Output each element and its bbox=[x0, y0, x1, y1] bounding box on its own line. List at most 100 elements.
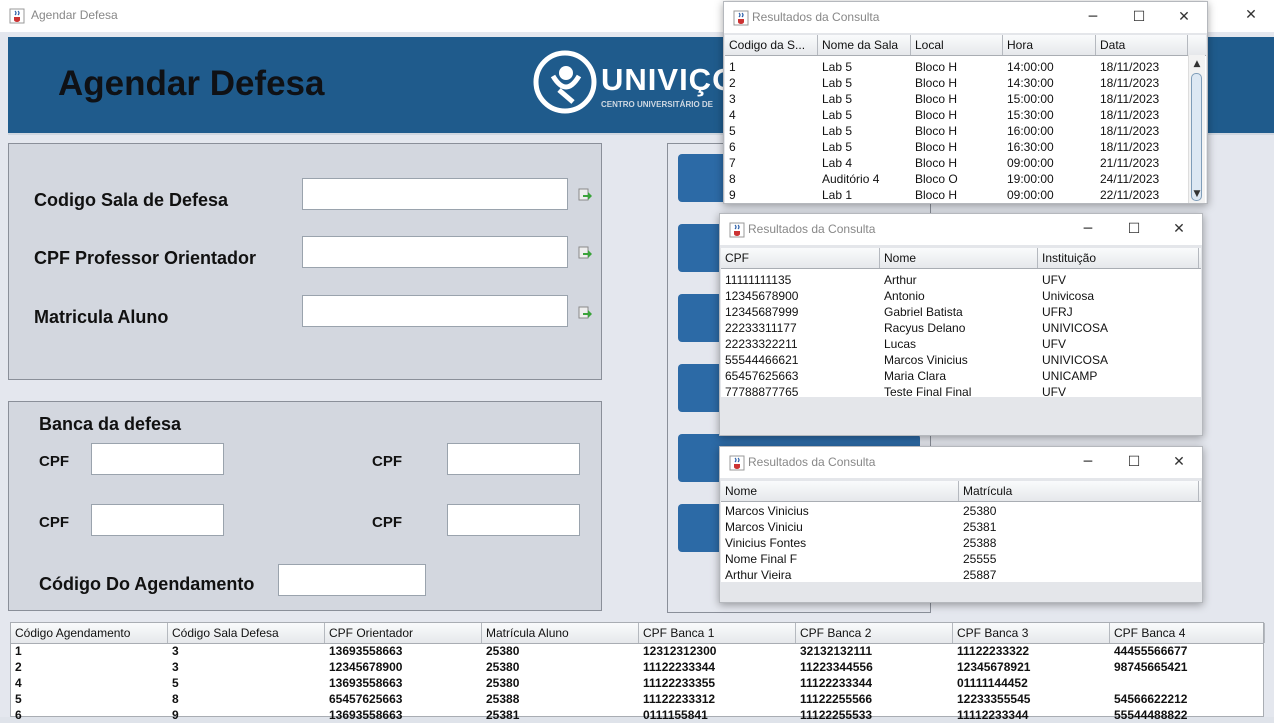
alunos-table[interactable]: Nome Matrícula Marcos Vinicius 25380 Marco… bbox=[721, 481, 1201, 582]
table-cell: 54566622212 bbox=[1114, 692, 1188, 706]
table-cell: UFRJ bbox=[1042, 305, 1073, 319]
column-header[interactable]: Nome bbox=[880, 248, 1038, 268]
maximize-icon[interactable]: ☐ bbox=[1116, 2, 1162, 34]
table-cell: 8 bbox=[172, 692, 179, 706]
cpf-banca-1-input[interactable] bbox=[91, 443, 224, 475]
maximize-icon[interactable]: ☐ bbox=[1111, 214, 1157, 246]
table-row[interactable]: 7 Lab 4 Bloco H 09:00:00 21/11/2023 bbox=[725, 155, 1206, 171]
scroll-down-icon[interactable]: ▼ bbox=[1189, 187, 1205, 201]
column-header[interactable]: Matrícula Aluno bbox=[482, 623, 639, 643]
table-cell: 14:00:00 bbox=[1007, 60, 1054, 74]
matricula-input[interactable] bbox=[302, 295, 568, 327]
column-header[interactable]: CPF Banca 4 bbox=[1110, 623, 1265, 643]
column-header[interactable]: CPF Banca 2 bbox=[796, 623, 953, 643]
table-row[interactable]: 3 Lab 5 Bloco H 15:00:00 18/11/2023 bbox=[725, 91, 1206, 107]
close-icon[interactable]: ✕ bbox=[1156, 447, 1202, 479]
scroll-thumb[interactable] bbox=[1191, 73, 1202, 201]
green-arrow-lookup-icon[interactable] bbox=[578, 188, 592, 202]
green-arrow-lookup-icon[interactable] bbox=[578, 306, 592, 320]
close-icon[interactable]: ✕ bbox=[1161, 2, 1207, 34]
column-header[interactable]: Hora bbox=[1003, 35, 1096, 55]
table-cell: Univicosa bbox=[1042, 289, 1095, 303]
table-row[interactable]: 9 Lab 1 Bloco H 09:00:00 22/11/2023 bbox=[725, 187, 1206, 203]
column-header[interactable]: Nome da Sala bbox=[818, 35, 911, 55]
agendamentos-table[interactable]: Código Agendamento Código Sala Defesa CP… bbox=[10, 622, 1265, 722]
cpf-orientador-label: CPF Professor Orientador bbox=[34, 248, 257, 268]
table-row[interactable]: 2 Lab 5 Bloco H 14:30:00 18/11/2023 bbox=[725, 75, 1206, 91]
scroll-up-icon[interactable]: ▲ bbox=[1189, 57, 1205, 71]
table-row[interactable]: Arthur Vieira 25887 bbox=[721, 567, 1201, 582]
table-cell: Bloco H bbox=[915, 108, 958, 122]
table-cell: 22233322211 bbox=[725, 337, 798, 351]
column-header[interactable]: CPF Orientador bbox=[325, 623, 482, 643]
table-row[interactable]: 8 Auditório 4 Bloco O 19:00:00 24/11/2023 bbox=[725, 171, 1206, 187]
table-cell: 11122233355 bbox=[643, 676, 716, 690]
table-row[interactable]: 22233311177 Racyus Delano UNIVICOSA bbox=[721, 320, 1201, 336]
table-row[interactable]: 12345678900 Antonio Univicosa bbox=[721, 288, 1201, 304]
table-cell: 15:00:00 bbox=[1007, 92, 1054, 106]
table-cell: 32132132111 bbox=[800, 644, 873, 658]
column-header[interactable]: Data bbox=[1096, 35, 1188, 55]
table-cell: 11122233322 bbox=[957, 644, 1030, 658]
table-cell: 98745665421 bbox=[1114, 660, 1188, 674]
table-cell: 3 bbox=[729, 92, 736, 106]
column-header[interactable]: Instituição bbox=[1038, 248, 1199, 268]
table-row[interactable]: Marcos Vinicius 25380 bbox=[721, 503, 1201, 519]
green-arrow-lookup-icon[interactable] bbox=[578, 246, 592, 260]
table-row[interactable]: 2 3 12345678900 25380 11122233344 11223344556… bbox=[11, 659, 1263, 675]
table-row[interactable]: 22233322211 Lucas UFV bbox=[721, 336, 1201, 352]
column-header[interactable]: Codigo da S... bbox=[725, 35, 818, 55]
table-row[interactable]: 11111111135 Arthur UFV bbox=[721, 272, 1201, 288]
cpf-banca-3-input[interactable] bbox=[91, 504, 224, 536]
table-cell: Lab 5 bbox=[822, 60, 853, 74]
minimize-icon[interactable]: ─ bbox=[1065, 447, 1111, 479]
table-row[interactable]: 65457625663 Maria Clara UNICAMP bbox=[721, 368, 1201, 384]
table-row[interactable]: 4 5 13693558663 25380 11122233355 11122233344… bbox=[11, 675, 1263, 691]
table-cell: Marcos Vinicius bbox=[884, 353, 968, 367]
table-cell: Antonio bbox=[884, 289, 925, 303]
table-cell: 18/11/2023 bbox=[1100, 60, 1160, 74]
professores-table[interactable]: CPF Nome Instituição 11111111135 Arthur UF… bbox=[721, 248, 1201, 397]
table-row[interactable]: 77788877765 Teste Final Final UFV bbox=[721, 384, 1201, 397]
codigo-sala-input[interactable] bbox=[302, 178, 568, 210]
column-header[interactable]: Nome bbox=[721, 481, 959, 501]
table-row[interactable]: 4 Lab 5 Bloco H 15:30:00 18/11/2023 bbox=[725, 107, 1206, 123]
table-row[interactable]: 1 3 13693558663 25380 12312312300 32132132111… bbox=[11, 643, 1263, 659]
codigo-agendamento-input[interactable] bbox=[278, 564, 426, 596]
table-row[interactable]: 12345687999 Gabriel Batista UFRJ bbox=[721, 304, 1201, 320]
table-cell: 9 bbox=[172, 708, 179, 722]
column-header[interactable]: Código Sala Defesa bbox=[168, 623, 325, 643]
table-row[interactable]: 5 8 65457625663 25388 11122233312 11122255566… bbox=[11, 691, 1263, 707]
table-cell: Bloco H bbox=[915, 124, 958, 138]
column-header[interactable]: Matrícula bbox=[959, 481, 1199, 501]
column-header[interactable]: CPF Banca 3 bbox=[953, 623, 1110, 643]
table-cell: 65457625663 bbox=[329, 692, 403, 706]
close-icon[interactable]: ✕ bbox=[1156, 214, 1202, 246]
table-row[interactable]: 55544466621 Marcos Vinicius UNIVICOSA bbox=[721, 352, 1201, 368]
table-row[interactable]: 1 Lab 5 Bloco H 14:00:00 18/11/2023 bbox=[725, 59, 1206, 75]
table-cell: 3 bbox=[172, 644, 179, 658]
cpf-banca-4-input[interactable] bbox=[447, 504, 580, 536]
column-header[interactable]: CPF bbox=[721, 248, 880, 268]
table-cell: 09:00:00 bbox=[1007, 188, 1054, 202]
maximize-icon[interactable]: ☐ bbox=[1111, 447, 1157, 479]
close-icon[interactable]: ✕ bbox=[1228, 0, 1274, 32]
table-cell: 25381 bbox=[963, 520, 997, 534]
vertical-scrollbar[interactable]: ▲ ▼ bbox=[1188, 55, 1205, 203]
table-cell: 44455566677 bbox=[1114, 644, 1188, 658]
column-header[interactable]: CPF Banca 1 bbox=[639, 623, 796, 643]
table-cell: 6 bbox=[729, 140, 736, 154]
table-row[interactable]: Marcos Viniciu 25381 bbox=[721, 519, 1201, 535]
table-row[interactable]: Vinicius Fontes 25388 bbox=[721, 535, 1201, 551]
cpf-banca-2-input[interactable] bbox=[447, 443, 580, 475]
table-row[interactable]: Nome Final F 25555 bbox=[721, 551, 1201, 567]
cpf-orientador-input[interactable] bbox=[302, 236, 568, 268]
table-row[interactable]: 6 Lab 5 Bloco H 16:30:00 18/11/2023 bbox=[725, 139, 1206, 155]
minimize-icon[interactable]: ─ bbox=[1065, 214, 1111, 246]
table-row[interactable]: 5 Lab 5 Bloco H 16:00:00 18/11/2023 bbox=[725, 123, 1206, 139]
column-header[interactable]: Código Agendamento bbox=[11, 623, 168, 643]
table-row[interactable]: 6 9 13693558663 25381 0111155841 11122255533 1… bbox=[11, 707, 1263, 723]
column-header[interactable]: Local bbox=[911, 35, 1003, 55]
salas-table[interactable]: Codigo da S... Nome da Sala Local Hora D… bbox=[725, 35, 1206, 203]
minimize-icon[interactable]: ─ bbox=[1070, 2, 1116, 34]
